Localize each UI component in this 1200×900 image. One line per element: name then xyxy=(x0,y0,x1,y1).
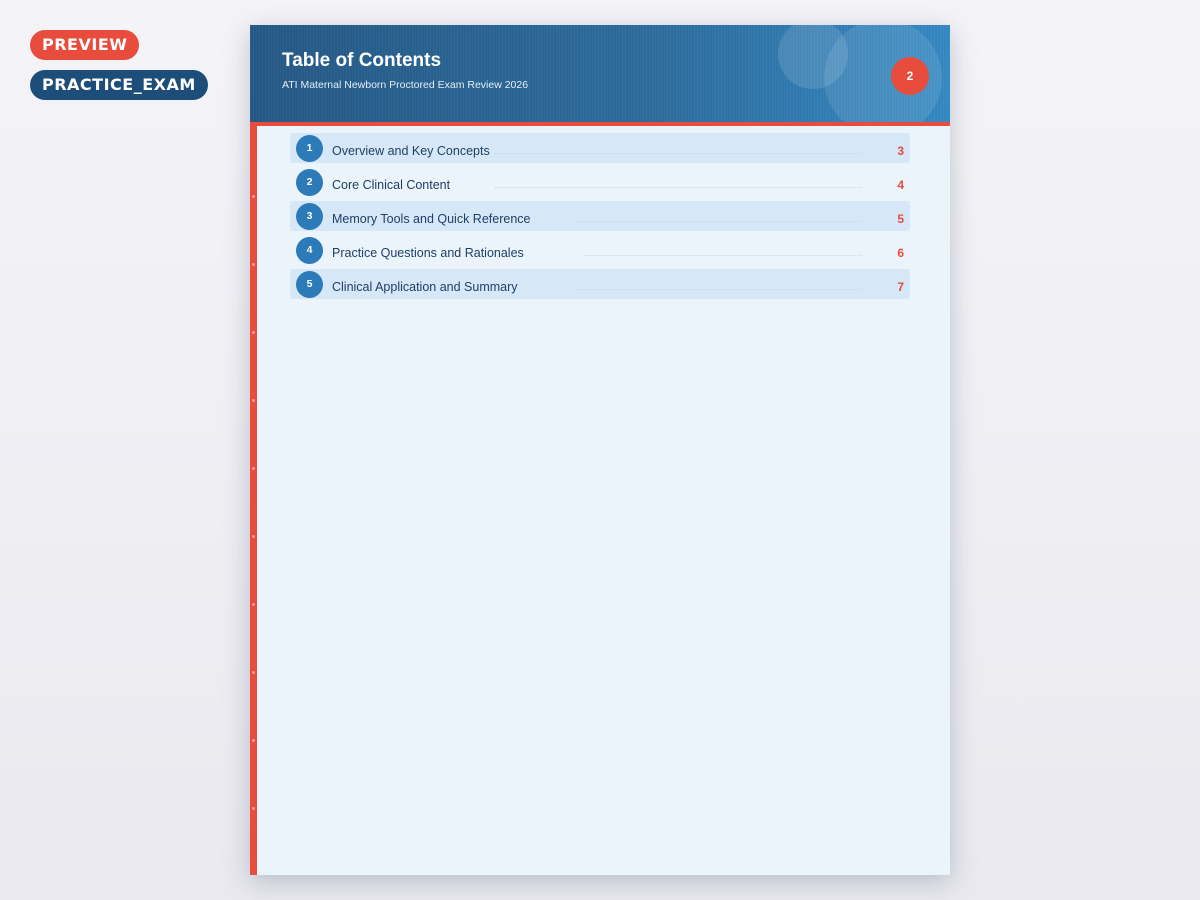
page-header: Table of Contents ATI Maternal Newborn P… xyxy=(250,25,950,122)
toc-item-page: 5 xyxy=(897,212,904,226)
toc-item-core-clinical-content[interactable]: 2 Core Clinical Content 4 xyxy=(290,167,910,197)
rule-dot xyxy=(252,671,255,674)
toc-item-number: 4 xyxy=(296,237,323,264)
rule-dot xyxy=(252,195,255,198)
rule-dot xyxy=(252,263,255,266)
left-accent-rule xyxy=(250,122,257,875)
toc-item-page: 6 xyxy=(897,246,904,260)
page-number-badge: 2 xyxy=(891,57,929,95)
document-type-badge: PRACTICE_EXAM xyxy=(30,70,208,100)
toc-item-practice-questions[interactable]: 4 Practice Questions and Rationales 6 xyxy=(290,235,910,265)
toc-item-number: 1 xyxy=(296,135,323,162)
rule-dot xyxy=(252,399,255,402)
toc-dot-leader xyxy=(578,221,862,222)
header-accent-rule xyxy=(250,122,950,126)
rule-dot xyxy=(252,739,255,742)
toc-item-page: 4 xyxy=(897,178,904,192)
toc-item-number: 5 xyxy=(296,271,323,298)
preview-badge: PREVIEW xyxy=(30,30,140,60)
toc-item-page: 3 xyxy=(897,144,904,158)
rule-dot xyxy=(252,467,255,470)
toc-dot-leader xyxy=(495,187,862,188)
toc-dot-leader xyxy=(578,289,862,290)
toc-item-number: 2 xyxy=(296,169,323,196)
page-subtitle: ATI Maternal Newborn Proctored Exam Revi… xyxy=(282,79,529,91)
toc-item-number: 3 xyxy=(296,203,323,230)
toc-item-overview[interactable]: 1 Overview and Key Concepts 3 xyxy=(290,133,910,163)
toc-item-label: Clinical Application and Summary xyxy=(332,280,518,294)
toc-item-label: Practice Questions and Rationales xyxy=(332,246,524,260)
toc-item-label: Memory Tools and Quick Reference xyxy=(332,212,531,226)
toc-dot-leader xyxy=(585,255,862,256)
toc-item-label: Core Clinical Content xyxy=(332,178,451,192)
rule-dot xyxy=(252,331,255,334)
page-title: Table of Contents xyxy=(282,50,442,71)
table-of-contents: 1 Overview and Key Concepts 3 2 Core Cli… xyxy=(290,133,910,303)
toc-item-clinical-application[interactable]: 5 Clinical Application and Summary 7 xyxy=(290,269,910,299)
rule-dot xyxy=(252,807,255,810)
toc-dot-leader xyxy=(495,153,862,154)
document-page: Table of Contents ATI Maternal Newborn P… xyxy=(250,25,950,875)
toc-item-page: 7 xyxy=(897,280,904,294)
toc-item-memory-tools[interactable]: 3 Memory Tools and Quick Reference 5 xyxy=(290,201,910,231)
rule-dot xyxy=(252,535,255,538)
rule-dot xyxy=(252,603,255,606)
toc-item-label: Overview and Key Concepts xyxy=(332,144,490,158)
